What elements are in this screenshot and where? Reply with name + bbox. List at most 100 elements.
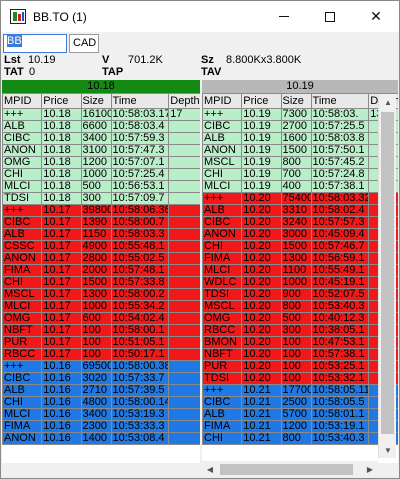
bid-table-row[interactable]: OMG 10.18 1200 10:57:07.1 (2, 156, 200, 169)
scroll-up-arrow-icon[interactable]: ▲ (379, 94, 397, 110)
bid-column-header[interactable]: Depth (168, 93, 200, 109)
bid-column-header[interactable]: MPID (2, 93, 43, 109)
bid-table-row[interactable]: MSCL 10.17 1300 10:58:00.2 (2, 288, 200, 301)
bid-column-header[interactable]: Time (110, 93, 170, 109)
ask-cell: 10:47:53.1 (310, 336, 370, 349)
symbol-input-value: BB (7, 35, 22, 47)
bid-cell: 10.18 (41, 168, 82, 181)
tap-label: TAP (102, 66, 124, 78)
volume-label: V (102, 54, 110, 66)
bid-table-row[interactable]: CHI 10.18 1000 10:57:25.4 (2, 168, 200, 181)
ask-cell: 3000 (280, 228, 312, 241)
bid-table-row[interactable]: RBCC 10.17 100 10:50:17.1 (2, 348, 200, 361)
ask-table-row[interactable]: +++10.207540010:58:03.3288 (202, 192, 398, 205)
ask-table-row[interactable]: PUR 10.20 100 10:53:25.1 (202, 360, 398, 373)
ask-table-row[interactable]: CIBC 10.21 2500 10:58:05.5 (202, 396, 398, 409)
ask-table-row[interactable]: MSCL 10.19 800 10:57:45.2 (202, 156, 398, 169)
bid-table-row[interactable]: MLCI 10.18 500 10:56:53.1 (2, 180, 200, 193)
ask-table-row[interactable]: RBCC 10.20 300 10:38:05.1 (202, 324, 398, 337)
ask-table-row[interactable]: +++ 10.21 17700 10:58:05.11 (202, 384, 398, 397)
ask-header-row: MPIDPriceSizeTimeDepthTotal (202, 93, 398, 109)
ask-table-row[interactable]: MLCI 10.19 400 10:57:38.1 (202, 180, 398, 193)
ask-column-header[interactable]: MPID (202, 93, 243, 109)
bid-table-row[interactable]: ALB 10.18 6600 10:58:03.4 (2, 120, 200, 133)
ask-table-row[interactable]: MSCL 10.20 800 10:53:40.3 (202, 300, 398, 313)
close-button[interactable]: ✕ (353, 1, 399, 32)
ask-cell: 1600 (280, 132, 312, 145)
bid-table-row[interactable]: ANON 10.17 2800 10:55:02.5 (2, 252, 200, 265)
currency-field[interactable]: CAD (69, 34, 99, 53)
bid-table-row[interactable]: +++10.181610010:58:03.171716.10 (2, 108, 200, 121)
bid-table-row[interactable]: NBFT 10.17 100 10:58:00.1 (2, 324, 200, 337)
bid-column-header[interactable]: Price (41, 93, 82, 109)
bid-table-row[interactable]: MLCI 10.17 1000 10:55:34.2 (2, 300, 200, 313)
maximize-button[interactable] (307, 1, 353, 32)
ask-cell: FIMA (202, 252, 243, 265)
bid-table-row[interactable]: CHI 10.16 4800 10:58:00.14 (2, 396, 200, 409)
ask-table-row[interactable]: ALB 10.20 3310 10:58:02.4 (202, 204, 398, 217)
ask-table-row[interactable]: +++10.19730010:58:03.137 (202, 108, 398, 121)
tav-label: TAV (201, 66, 222, 78)
bid-depth-pane[interactable]: 10.18 MPIDPriceSizeTimeDepthTotal +++10.… (2, 80, 200, 463)
ask-cell: ALB (202, 132, 243, 145)
ask-table-row[interactable]: TDSI 10.20 100 10:53:32.1 (202, 372, 398, 385)
ask-cell: 10.20 (241, 372, 282, 385)
bid-table-row[interactable]: CIBC 10.16 3020 10:57:33.7 (2, 372, 200, 385)
symbol-input[interactable]: BB (3, 34, 67, 53)
ask-cell: ANON (202, 228, 243, 241)
bid-table-row[interactable]: TDSI 10.18 300 10:57:09.7 (2, 192, 200, 205)
bid-table-row[interactable]: ALB 10.16 2710 10:57:39.5 (2, 384, 200, 397)
bid-table-row[interactable]: +++10.173980010:58:06.3655.90 (2, 204, 200, 217)
horizontal-scroll-thumb[interactable] (220, 464, 353, 475)
bid-table-row[interactable]: CSSC 10.17 4900 10:55:48.1 (2, 240, 200, 253)
ask-table-row[interactable]: OMG 10.20 500 10:40:12.3 (202, 312, 398, 325)
scroll-left-arrow-icon[interactable]: ◀ (202, 461, 218, 478)
bid-table-row[interactable]: ANON 10.16 1400 10:53:08.4 (2, 432, 200, 445)
ask-table-row[interactable]: CIBC 10.20 3240 10:57:57.3 (202, 216, 398, 229)
bid-cell: FIMA (2, 264, 43, 277)
ask-table-row[interactable]: ALB 10.21 5700 10:58:01.1 (202, 408, 398, 421)
minimize-button[interactable] (261, 1, 307, 32)
ask-cell: 100 (280, 336, 312, 349)
scroll-down-arrow-icon[interactable]: ▼ (379, 442, 397, 458)
ask-column-header[interactable]: Price (241, 93, 282, 109)
ask-table-row[interactable]: NBFT 10.20 100 10:57:38.1 (202, 348, 398, 361)
ask-table-row[interactable]: MLCI 10.20 1100 10:55:49.1 (202, 264, 398, 277)
bid-table-row[interactable]: FIMA 10.17 2000 10:57:48.1 (2, 264, 200, 277)
ask-table-row[interactable]: ANON 10.20 3000 10:45:09.4 (202, 228, 398, 241)
ask-table-row[interactable]: CHI 10.19 700 10:57:24.8 (202, 168, 398, 181)
ask-table-row[interactable]: ANON 10.19 1500 10:57:50.1 (202, 144, 398, 157)
ask-column-header[interactable]: Size (280, 93, 312, 109)
bid-table-row[interactable]: ALB 10.17 1150 10:58:03.3 (2, 228, 200, 241)
ask-cell: 5700 (280, 408, 312, 421)
ask-table-row[interactable]: FIMA 10.21 1200 10:53:19.1 (202, 420, 398, 433)
bid-table-row[interactable]: OMG 10.17 600 10:54:02.4 (2, 312, 200, 325)
bid-table-row[interactable]: PUR 10.17 100 10:51:05.1 (2, 336, 200, 349)
ask-table-row[interactable]: WDLC 10.20 1000 10:45:19.1 (202, 276, 398, 289)
bid-table-row[interactable]: CIBC 10.17 1390 10:58:00.7 (2, 216, 200, 229)
bid-cell: CHI (2, 276, 43, 289)
bid-table-row[interactable]: CHI 10.17 1500 10:57:33.8 (2, 276, 200, 289)
vertical-scroll-thumb[interactable] (381, 112, 394, 434)
bid-table-row[interactable]: +++10.166950010:58:00.38125.4 (2, 360, 200, 373)
bid-table-row[interactable]: FIMA 10.16 2300 10:53:33.3 (2, 420, 200, 433)
ask-table-row[interactable]: CHI 10.20 1500 10:57:46.7 (202, 240, 398, 253)
ask-table-row[interactable]: CHI 10.21 800 10:53:40.3 (202, 432, 398, 445)
ask-depth-pane[interactable]: 10.19 MPIDPriceSizeTimeDepthTotal +++10.… (202, 80, 398, 463)
scroll-right-arrow-icon[interactable]: ▶ (362, 461, 378, 478)
ask-table-row[interactable]: BMON 10.20 100 10:47:53.1 (202, 336, 398, 349)
bid-table-row[interactable]: CIBC 10.18 3400 10:57:59.3 (2, 132, 200, 145)
ask-table-row[interactable]: ALB 10.19 1600 10:58:03.8 (202, 132, 398, 145)
bid-table-row[interactable]: ANON 10.18 3100 10:57:47.3 (2, 144, 200, 157)
vertical-scrollbar[interactable]: ▲ ▼ (378, 94, 396, 458)
bid-cell (168, 420, 200, 433)
horizontal-scrollbar[interactable]: ◀ ▶ (202, 461, 378, 478)
bid-table-row[interactable]: MLCI 10.16 3400 10:53:19.3 (2, 408, 200, 421)
ask-table-row[interactable]: TDSI 10.20 900 10:52:07.5 (202, 288, 398, 301)
bid-column-header[interactable]: Size (80, 93, 112, 109)
bid-cell: 17 (168, 108, 200, 121)
title-bar[interactable]: BB.TO (1) ✕ (1, 1, 399, 32)
ask-table-row[interactable]: FIMA 10.20 1300 10:56:59.1 (202, 252, 398, 265)
ask-column-header[interactable]: Time (310, 93, 370, 109)
ask-table-row[interactable]: CIBC 10.19 2700 10:57:25.5 (202, 120, 398, 133)
